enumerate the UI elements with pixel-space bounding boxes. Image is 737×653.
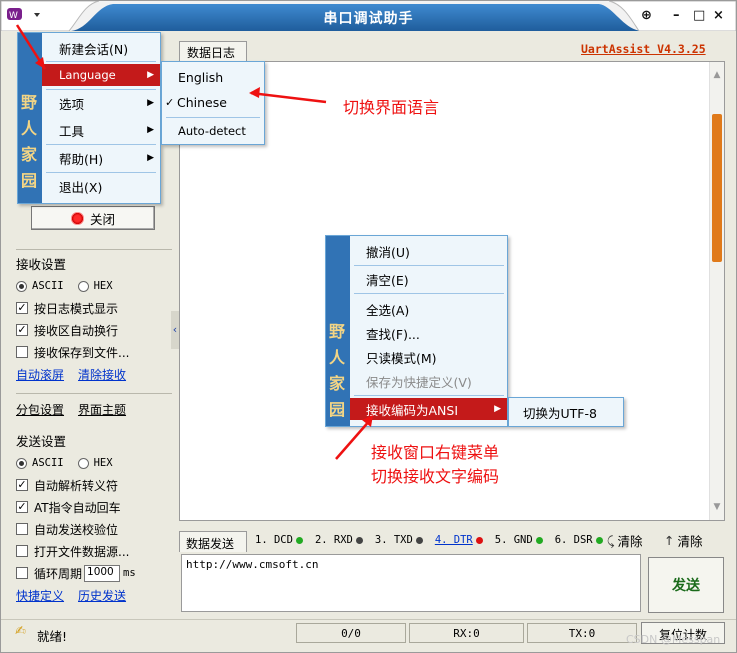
app-window: W 串口调试助手 ⊕ – □ × 数据日志 UartAssist V4.3.25… xyxy=(0,0,737,653)
annotation-language: 切换界面语言 xyxy=(343,98,440,117)
annotation-arrow xyxy=(335,418,372,460)
annotation-context-line2: 切换接收文字编码 xyxy=(371,467,500,486)
arrowhead-icon xyxy=(35,57,45,69)
annotation-arrow xyxy=(250,91,327,104)
arrowhead-icon xyxy=(249,87,260,98)
arrowhead-icon xyxy=(362,415,373,427)
annotation-context-line1: 接收窗口右键菜单 xyxy=(371,443,500,462)
watermark: CSDN @Messpan xyxy=(626,633,721,646)
